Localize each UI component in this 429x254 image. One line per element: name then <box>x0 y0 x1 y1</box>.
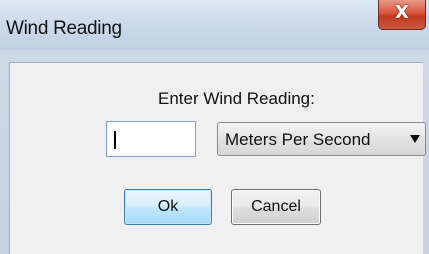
wind-reading-dialog: Wind Reading X Enter Wind Reading: Meter… <box>0 0 429 254</box>
close-button[interactable]: X <box>378 0 426 30</box>
wind-reading-prompt: Enter Wind Reading: <box>158 89 315 108</box>
dialog-body: Enter Wind Reading: Meters Per Second Ok… <box>9 62 426 254</box>
ok-button[interactable]: Ok <box>124 189 212 225</box>
dropdown-arrow-icon <box>410 135 420 143</box>
window-title: Wind Reading <box>6 18 122 39</box>
unit-dropdown[interactable]: Meters Per Second <box>217 122 426 156</box>
cancel-button[interactable]: Cancel <box>231 189 321 225</box>
text-caret <box>114 131 116 149</box>
close-icon: X <box>395 2 409 23</box>
title-bar[interactable]: Wind Reading X <box>0 0 429 50</box>
unit-dropdown-value: Meters Per Second <box>225 130 371 149</box>
wind-reading-input[interactable] <box>106 121 196 157</box>
